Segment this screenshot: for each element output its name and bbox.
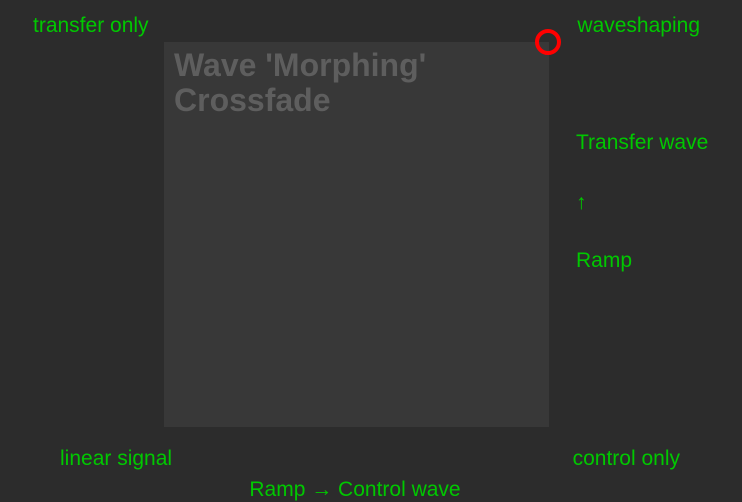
corner-label-top-left: transfer only	[33, 13, 149, 38]
xy-pad-handle[interactable]	[535, 29, 561, 55]
y-axis-label-bottom: Ramp	[576, 248, 632, 273]
corner-label-bottom-left: linear signal	[60, 446, 172, 471]
corner-label-bottom-right: control only	[573, 446, 680, 471]
xy-crossfade-pad[interactable]: Wave 'Morphing' Crossfade	[164, 42, 549, 427]
y-axis-label-top: Transfer wave	[576, 130, 708, 155]
x-axis-label: Ramp → Control wave	[205, 477, 505, 502]
corner-label-top-right: waveshaping	[577, 13, 700, 38]
pad-title: Wave 'Morphing' Crossfade	[174, 48, 549, 118]
y-axis-arrow-icon: ↑	[576, 190, 587, 215]
